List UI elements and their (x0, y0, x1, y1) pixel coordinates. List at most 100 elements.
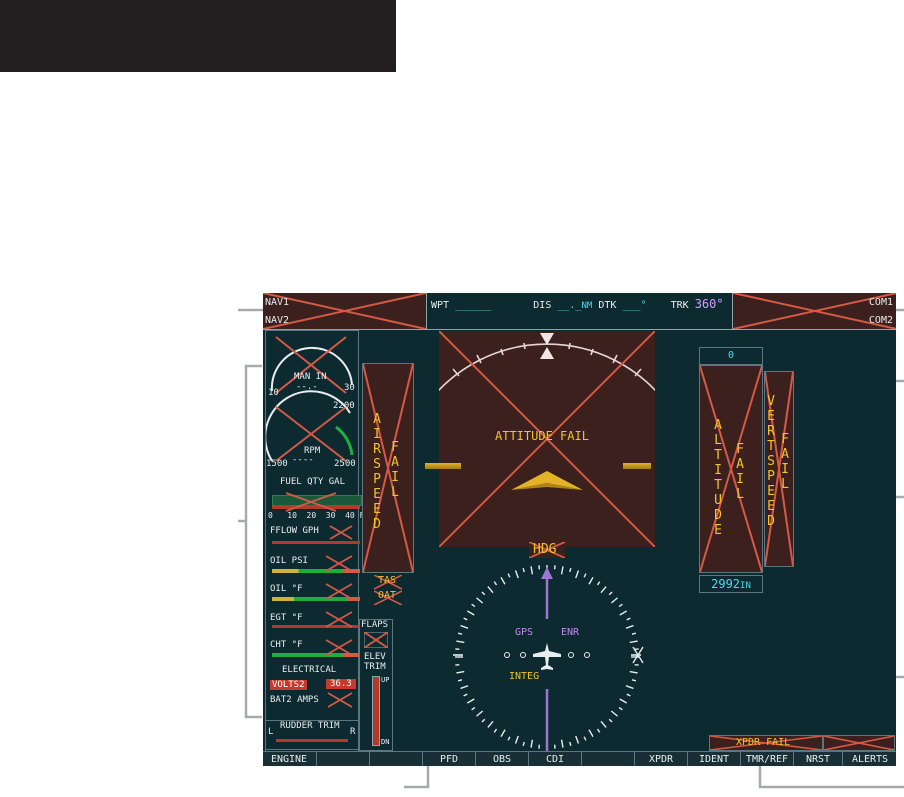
hsi-tick (560, 566, 564, 575)
airspeed-tape: AIRSPEED FAIL (362, 363, 414, 573)
hsi-tick (619, 610, 628, 616)
xpdr-status-box: XPDR FAIL (709, 735, 823, 751)
softkey-1[interactable]: ENGINE (263, 752, 315, 766)
fuel-qty-bar-2 (272, 505, 360, 509)
tas-box: TAS OAT (374, 575, 402, 605)
hsi-tick (471, 603, 476, 608)
hsi-tick (608, 591, 613, 596)
hsi-lubber (541, 567, 553, 579)
softkey-6[interactable]: CDI (528, 752, 581, 766)
navigation-status-bar: WPT ______ DIS __._NM DTK ___° TRK 360° (431, 297, 727, 311)
hsi-tick (457, 632, 463, 635)
hsi-tick (560, 739, 564, 748)
hsi-tick (583, 736, 587, 741)
enr-label: ENR (561, 627, 580, 638)
softkey-4[interactable]: PFD (422, 752, 475, 766)
alerts-fail-x (824, 736, 894, 750)
hsi-aircraft-symbol (533, 643, 561, 670)
hsi-tick (500, 729, 506, 738)
hsi-tick (629, 640, 638, 644)
hsi-tick (631, 632, 637, 635)
dis-unit: NM (581, 301, 593, 311)
selected-altitude-box: 0 (699, 347, 763, 365)
baro-setting-box[interactable]: 2992IN (699, 575, 763, 593)
altitude-fail-x (700, 366, 762, 572)
trk-label: TRK (670, 300, 689, 311)
nav-freq-box[interactable]: NAV1 NAV2 (263, 293, 427, 329)
softkey-9[interactable]: IDENT (687, 752, 740, 766)
trk-value: 360° (694, 297, 724, 311)
volts-label: VOLTS2 (270, 680, 307, 690)
elev-trim-scale (372, 676, 380, 746)
map-value: --.- (296, 382, 318, 392)
hsi-tick (457, 679, 463, 682)
softkey-11[interactable]: NRST (793, 752, 842, 766)
hsi-tick (460, 685, 469, 690)
hsi-tick (456, 640, 465, 644)
softkey-7[interactable] (581, 752, 634, 766)
hsi-tick (596, 581, 601, 586)
hsi-tick (460, 624, 469, 629)
rudder-trim-bar (276, 739, 348, 742)
softkey-3[interactable] (369, 752, 422, 766)
map-label: MAN IN (294, 372, 327, 382)
softkey-2[interactable] (316, 752, 369, 766)
hsi-tick (610, 597, 618, 604)
softkey-10[interactable]: TMR/REF (740, 752, 793, 766)
hsi-tick (476, 597, 484, 604)
hsi-tick (596, 728, 601, 733)
heading-box: HDG (529, 542, 565, 558)
dtk-unit: ° (640, 300, 647, 311)
hsi-tick (626, 693, 631, 697)
roll-pointer-top (540, 333, 554, 345)
rpm-value: ---- (292, 455, 314, 465)
hsi-tick (625, 685, 634, 690)
hsi-tick (493, 581, 498, 586)
hsi-tick (575, 735, 580, 744)
hsi-tick (583, 573, 587, 578)
hsi-tick (463, 617, 468, 621)
hsi-compass (453, 564, 644, 755)
elev-trim-line2: TRIM (364, 662, 386, 672)
hsi-tick (600, 720, 607, 728)
oil-psi-bar (272, 569, 360, 573)
left-wing-bar (425, 463, 461, 469)
baro-unit: IN (740, 581, 751, 591)
hsi-tick (466, 698, 475, 704)
oat-label: OAT (378, 590, 397, 601)
aircraft-symbol (511, 471, 583, 490)
hsi-tick (456, 670, 465, 674)
hsi-tick (466, 610, 475, 616)
hsi-tick (514, 735, 519, 744)
com-freq-box[interactable]: COM1 COM2 (732, 293, 896, 329)
hsi-tick (530, 739, 534, 748)
oil-temp-bar (272, 597, 360, 601)
vs-label: VERT SPEED (767, 394, 775, 529)
pfd-screen: NAV1 NAV2 COM1 COM2 WPT ______ DIS __._N… (263, 293, 896, 766)
softkey-5[interactable]: OBS (475, 752, 528, 766)
elev-trim-line1: ELEV (364, 652, 386, 662)
nav1-label: NAV1 (265, 297, 290, 308)
rpm-min: 1500 (266, 459, 288, 469)
engine-indication-panel: MAN IN --.- 10 30 2200 RPM ---- 1500 250… (265, 330, 364, 752)
hsi-tick (631, 679, 637, 682)
volts-value: 36.3 (326, 679, 356, 689)
hsi-tick (481, 591, 486, 596)
softkey-8[interactable]: XPDR (634, 752, 687, 766)
map-max: 30 (344, 383, 355, 393)
hsi-tick (463, 693, 468, 697)
hsi-tick (626, 617, 631, 621)
softkey-bar: ENGINE PFD OBS CDI XPDR IDENT TMR/REF NR… (263, 751, 896, 766)
dis-value: __._ (557, 300, 582, 311)
integ-label: INTEG (509, 671, 540, 682)
baro-value: 2992 (711, 577, 741, 591)
flaps-fail-x (364, 632, 388, 648)
hsi-tick (487, 586, 494, 594)
alerts-status-box (823, 735, 895, 751)
tas-label: TAS (378, 575, 397, 586)
rudder-left: L (268, 727, 274, 737)
elev-trim-up: UP (381, 676, 390, 684)
hsi-tick (588, 576, 594, 585)
softkey-12[interactable]: ALERTS (842, 752, 896, 766)
rudder-right: R (350, 727, 356, 737)
